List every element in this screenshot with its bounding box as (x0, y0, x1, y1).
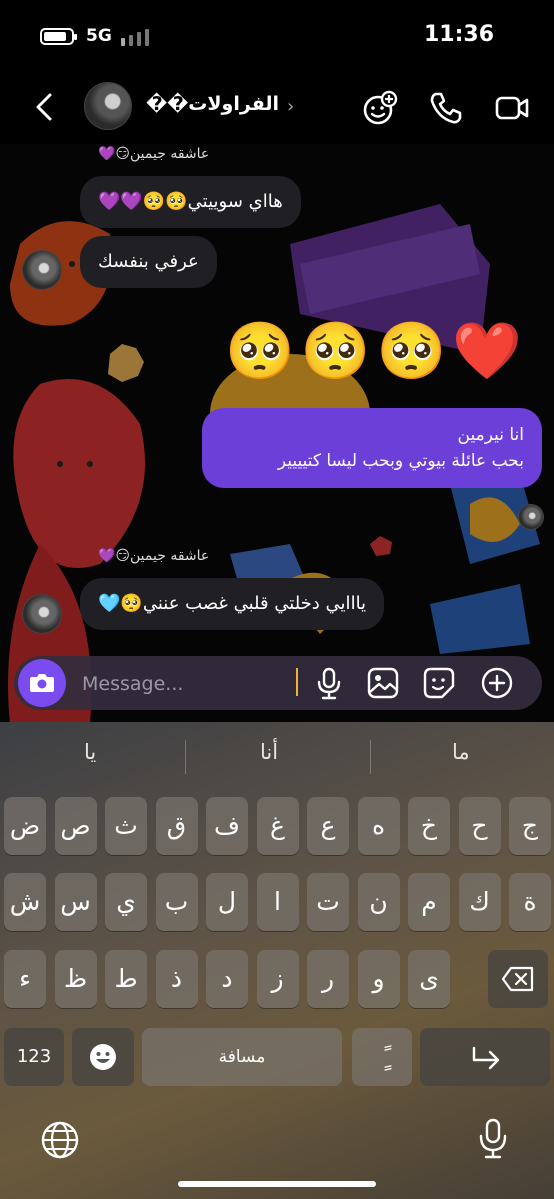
key[interactable]: ق (155, 797, 198, 855)
message-line: بحب عائلة بيوتي وبحب ليسا كتيييير (277, 451, 524, 471)
status-time: 11:36 (423, 22, 494, 47)
key[interactable]: ظ (54, 950, 97, 1008)
key[interactable]: ة (509, 873, 551, 931)
message-bubble-incoming[interactable]: يااايي دخلتي قلبي غصب عنني🥺🩵 (80, 578, 385, 630)
message-composer (14, 656, 542, 712)
suggestion[interactable]: أنا (260, 740, 278, 764)
key[interactable]: ى (408, 950, 450, 1008)
chat-title[interactable]: الفراولات�� (146, 93, 279, 115)
key[interactable]: ث (105, 797, 147, 855)
suggestion[interactable]: ما (452, 740, 470, 764)
camera-icon (30, 674, 54, 692)
dictation-icon[interactable] (476, 1118, 510, 1160)
chat-thread[interactable]: عاشقه جيمين😏💜 هااي سوييتي🥺🥺💜💜 عرفي بنفسك… (0, 144, 554, 722)
emoji-icon (90, 1044, 116, 1070)
globe-icon[interactable] (40, 1120, 80, 1160)
return-icon (472, 1046, 500, 1070)
suggestion-divider (370, 740, 371, 774)
video-chat-effects-icon[interactable] (362, 90, 398, 126)
key[interactable]: ل (206, 873, 248, 931)
microphone-icon[interactable] (312, 666, 346, 700)
backspace-icon (501, 966, 534, 992)
suggestion-divider (185, 740, 186, 774)
key[interactable]: م (408, 873, 450, 931)
key[interactable]: ج (509, 797, 551, 855)
key[interactable]: ط (105, 950, 147, 1008)
key[interactable]: ح (458, 797, 501, 855)
key[interactable]: ن (357, 873, 400, 931)
battery-icon (40, 28, 77, 45)
message-line: انا نيرمين (457, 425, 524, 445)
network-type: 5G (86, 26, 112, 46)
phone-icon[interactable] (428, 90, 464, 126)
key[interactable]: ك (458, 873, 501, 931)
sender-name: عاشقه جيمين😏💜 (98, 146, 210, 162)
text-cursor (296, 668, 298, 696)
message-bubble-incoming[interactable]: عرفي بنفسك (80, 236, 217, 288)
signal-icon (121, 29, 151, 46)
key[interactable]: ز (256, 950, 299, 1008)
space-key[interactable]: مسافة (142, 1028, 342, 1086)
sender-name: عاشقه جيمين😏💜 (98, 548, 210, 564)
chevron-right-icon: › (287, 96, 295, 117)
sender-avatar[interactable] (22, 594, 62, 634)
video-camera-icon[interactable] (494, 90, 530, 126)
home-indicator[interactable] (178, 1181, 376, 1187)
keyboard: يا أنا ما ضصثقفغعهخحج شسيبلاتنمكة ءظطذدز… (0, 722, 554, 1199)
emoji-key[interactable] (72, 1028, 134, 1086)
key[interactable]: ب (155, 873, 198, 931)
seen-avatar (518, 504, 544, 530)
message-input[interactable] (80, 656, 304, 712)
message-bubble-incoming[interactable]: هااي سوييتي🥺🥺💜💜 (80, 176, 301, 228)
key[interactable]: ي (105, 873, 147, 931)
key[interactable]: و (357, 950, 400, 1008)
return-key[interactable] (420, 1028, 550, 1086)
key[interactable]: د (206, 950, 248, 1008)
image-icon[interactable] (366, 666, 400, 700)
key[interactable]: ه (357, 797, 400, 855)
key[interactable]: س (54, 873, 97, 931)
camera-button[interactable] (18, 659, 66, 707)
key[interactable]: ا (256, 873, 299, 931)
suggestion[interactable]: يا (84, 740, 96, 764)
key[interactable]: ع (307, 797, 349, 855)
emoji-message[interactable]: 🥺🥺🥺❤️ (225, 318, 528, 384)
key[interactable]: ف (206, 797, 248, 855)
key[interactable]: ذ (155, 950, 198, 1008)
key[interactable]: ض (4, 797, 46, 855)
key[interactable]: ت (307, 873, 349, 931)
key[interactable]: غ (256, 797, 299, 855)
message-bubble-outgoing[interactable]: انا نيرمين بحب عائلة بيوتي وبحب ليسا كتي… (202, 408, 542, 488)
status-bar: 5G 11:36 (0, 0, 554, 72)
sender-avatar[interactable] (22, 250, 62, 290)
key[interactable]: خ (408, 797, 450, 855)
key[interactable]: ر (307, 950, 349, 1008)
chat-avatar[interactable] (84, 82, 132, 130)
plus-icon[interactable] (480, 666, 514, 700)
sticker-icon[interactable] (422, 666, 456, 700)
back-icon[interactable] (32, 92, 58, 122)
key[interactable]: ء (4, 950, 46, 1008)
key[interactable]: ص (54, 797, 97, 855)
diacritic-key[interactable]: ًٍ (352, 1028, 412, 1086)
key[interactable]: ش (4, 873, 46, 931)
numbers-key[interactable]: 123 (4, 1028, 64, 1086)
backspace-key[interactable] (488, 950, 548, 1008)
